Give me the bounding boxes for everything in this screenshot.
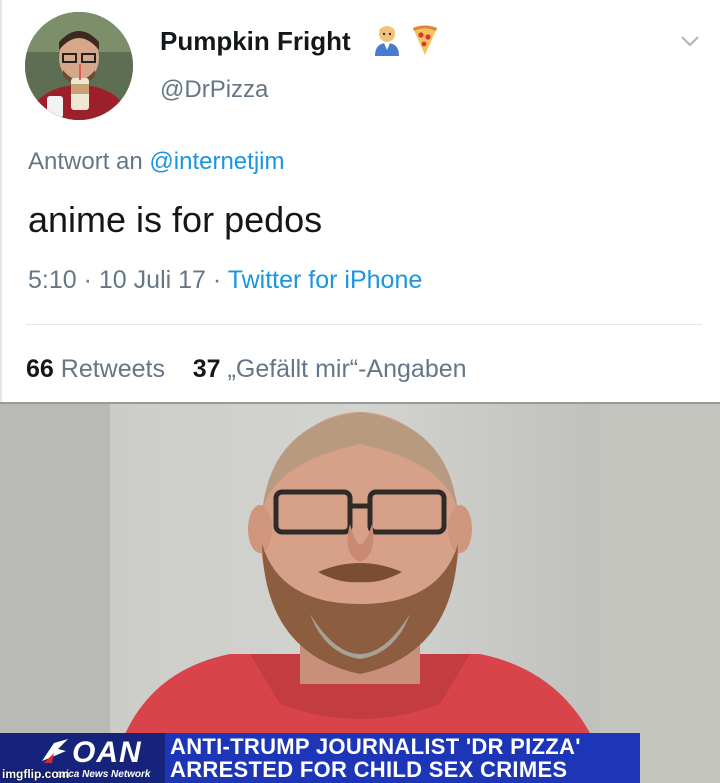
stats-divider [26,324,702,325]
likes-count: 37 [192,355,221,383]
tweet-text: anime is for pedos [28,199,323,240]
display-name[interactable]: Pumpkin Fright [160,26,351,57]
user-handle[interactable]: @DrPizza [160,76,268,104]
avatar[interactable] [25,12,133,120]
chevron-down-icon[interactable] [680,34,700,48]
retweets-stat[interactable]: 66 Retweets [26,355,165,383]
tweet-card: Pumpkin Fright @DrPizza Antwort an @inte… [0,0,720,402]
eagle-icon [42,739,68,763]
watermark: imgflip.com [2,767,70,781]
likes-stat[interactable]: 37 „Gefällt mir“-Angaben [193,355,467,383]
tweet-stats: 66 Retweets 37 „Gefällt mir“-Angaben [26,355,467,384]
meta-separator: · [212,266,222,294]
network-logo: OAN [72,736,142,769]
retweets-label: Retweets [60,355,165,383]
person-emoji-icon [375,26,399,56]
tweet-date[interactable]: 10 Juli 17 [99,266,206,294]
likes-label: „Gefällt mir“-Angaben [227,355,467,383]
reply-mention-link[interactable]: @internetjim [149,148,284,175]
tweet-time[interactable]: 5:10 [28,266,77,294]
reply-prefix: Antwort an [28,148,150,175]
tweet-source-link[interactable]: Twitter for iPhone [228,266,423,294]
network-subtitle: erica News Network [56,769,151,780]
reply-context: Antwort an @internetjim [28,148,284,176]
tweet-meta: 5:10 · 10 Juli 17 · Twitter for iPhone [28,266,422,295]
headline-line-2: ARRESTED FOR CHILD SEX CRIMES [170,757,568,782]
mugshot-photo [0,404,720,783]
meta-separator: · [83,266,92,294]
pizza-emoji-icon [413,25,437,55]
retweets-count: 66 [26,355,54,383]
